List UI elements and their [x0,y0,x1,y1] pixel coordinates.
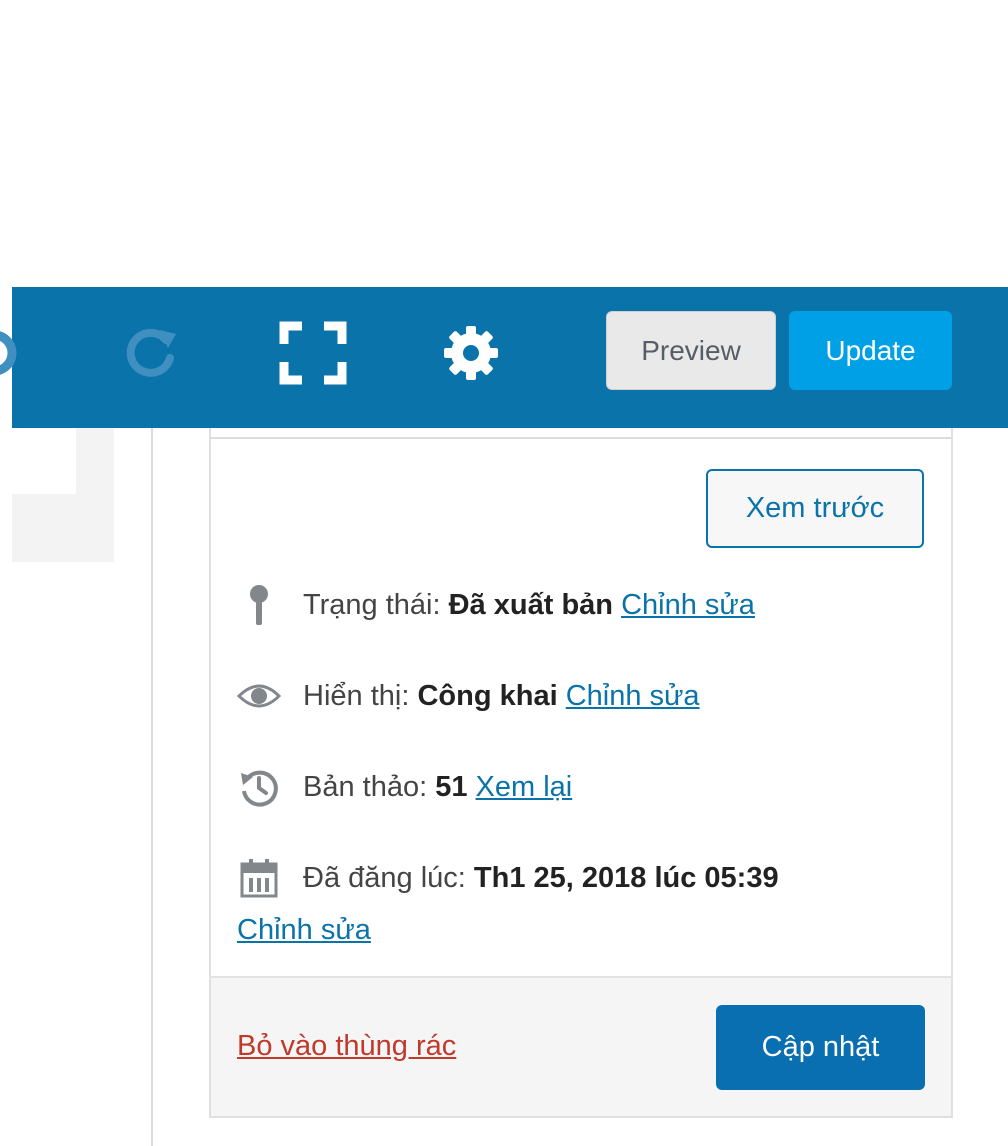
revisions-label: Bản thảo: [303,770,428,803]
redo-icon[interactable] [122,322,182,382]
undo-icon[interactable] [0,325,26,381]
visibility-label: Hiển thị: [303,679,410,712]
update-post-button[interactable]: Cập nhật [716,1005,925,1090]
sidebar-divider [151,428,153,1146]
gear-icon[interactable] [440,322,502,384]
pin-icon [237,583,281,627]
calendar-icon [237,856,281,900]
edit-date-link[interactable]: Chỉnh sửa [237,914,371,947]
visibility-row: Hiển thị: Công khai Chỉnh sửa [237,674,700,718]
revisions-row: Bản thảo: 51 Xem lại [237,765,572,809]
edit-status-link[interactable]: Chỉnh sửa [621,589,755,622]
preview-changes-button[interactable]: Xem trước [706,469,924,548]
eye-icon [237,674,281,718]
status-label: Trạng thái: [303,588,441,621]
status-row: Trạng thái: Đã xuất bản Chỉnh sửa [237,583,755,627]
move-to-trash-link[interactable]: Bỏ vào thùng rác [237,1030,456,1063]
history-icon [237,765,281,809]
revisions-count: 51 [435,770,468,803]
edit-visibility-link[interactable]: Chỉnh sửa [566,680,700,713]
preview-button[interactable]: Preview [606,311,776,390]
update-button[interactable]: Update [789,311,952,390]
panel-divider [209,437,953,439]
editor-content-block [12,428,76,494]
fullscreen-icon[interactable] [278,320,348,386]
visibility-value: Công khai [417,679,558,712]
published-label: Đã đăng lúc: [303,861,466,894]
status-value: Đã xuất bản [448,588,613,621]
published-date: Th1 25, 2018 lúc 05:39 [473,861,779,894]
editor-page: Preview Update Xem trước Trạng thái: Đã … [0,0,1008,1146]
review-revisions-link[interactable]: Xem lại [476,771,573,804]
published-row: Đã đăng lúc: Th1 25, 2018 lúc 05:39 [237,856,779,900]
